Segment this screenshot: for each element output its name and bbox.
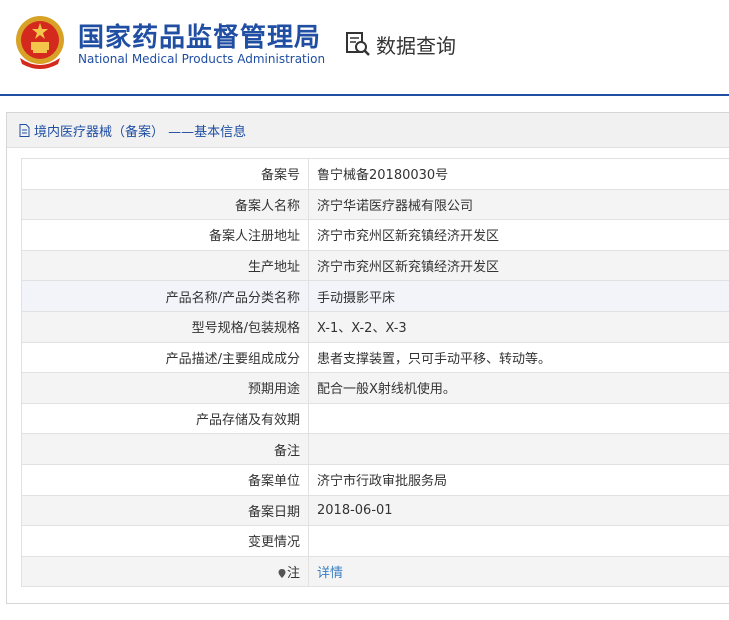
org-name-en: National Medical Products Administration (78, 52, 326, 66)
document-search-icon (346, 32, 370, 56)
table-row: 备案日期 2018-06-01 (21, 494, 729, 527)
data-query-title: 数据查询 (376, 33, 456, 58)
header-divider (0, 94, 729, 96)
row-label: 预期用途 (21, 372, 309, 404)
row-label: 生产地址 (21, 249, 309, 282)
table-row: 注 详情 (21, 555, 729, 588)
row-value (308, 402, 729, 435)
org-name-cn: 国家药品监督管理局 (78, 23, 322, 53)
table-row: 备案人注册地址 济宁市兖州区新兖镇经济开发区 (21, 219, 729, 251)
row-value: X-1、X-2、X-3 (308, 310, 729, 343)
row-label: 备案人注册地址 (21, 219, 309, 251)
row-label: 备注 (21, 433, 309, 465)
row-value: 济宁市兖州区新兖镇经济开发区 (308, 219, 729, 251)
row-label: 备案号 (21, 158, 309, 190)
site-header: 国家药品监督管理局 National Medical Products Admi… (0, 0, 729, 96)
data-query-link[interactable]: 数据查询 (344, 30, 456, 58)
row-value: 济宁华诺医疗器械有限公司 (308, 188, 729, 221)
row-label: 型号规格/包装规格 (21, 310, 309, 343)
table-row: 备注 (21, 433, 729, 465)
table-row: 产品名称/产品分类名称 手动摄影平床 (21, 280, 729, 312)
row-label: 备案单位 (21, 463, 309, 496)
row-label: 注 (286, 566, 300, 582)
table-row: 产品存储及有效期 (21, 402, 729, 435)
row-label: 产品名称/产品分类名称 (21, 280, 309, 312)
table-row: 型号规格/包装规格 X-1、X-2、X-3 (21, 310, 729, 343)
panel-header: 境内医疗器械（备案） ——基本信息 (7, 113, 729, 148)
row-value: 手动摄影平床 (308, 280, 729, 312)
row-label: 备案日期 (21, 494, 309, 527)
row-value: 2018-06-01 (308, 494, 729, 527)
national-emblem-icon (16, 16, 64, 69)
table-row: 产品描述/主要组成成分 患者支撑装置，只可手动平移、转动等。 (21, 341, 729, 374)
table-row: 预期用途 配合一般X射线机使用。 (21, 372, 729, 404)
note-label-cell: 注 (21, 555, 309, 588)
row-label: 备案人名称 (21, 188, 309, 221)
details-link[interactable]: 详情 (317, 566, 343, 581)
row-value: 配合一般X射线机使用。 (308, 372, 729, 404)
row-label: 产品存储及有效期 (21, 402, 309, 435)
row-value (308, 525, 729, 557)
basic-info-panel: 境内医疗器械（备案） ——基本信息 备案号 鲁宁械备20180030号 备案人名… (6, 112, 729, 604)
row-value: 患者支撑装置，只可手动平移、转动等。 (308, 341, 729, 374)
table-row: 变更情况 (21, 525, 729, 557)
row-value (308, 433, 729, 465)
table-row: 备案号 鲁宁械备20180030号 (21, 158, 729, 190)
row-label: 产品描述/主要组成成分 (21, 341, 309, 374)
panel-title: 境内医疗器械（备案） ——基本信息 (34, 124, 247, 140)
table-row: 备案单位 济宁市行政审批服务局 (21, 463, 729, 496)
row-value: 济宁市行政审批服务局 (308, 463, 729, 496)
table-row: 备案人名称 济宁华诺医疗器械有限公司 (21, 188, 729, 221)
document-icon (19, 123, 30, 137)
pin-icon (278, 569, 286, 579)
row-value: 济宁市兖州区新兖镇经济开发区 (308, 249, 729, 282)
row-label: 变更情况 (21, 525, 309, 557)
row-value: 鲁宁械备20180030号 (308, 158, 729, 190)
row-value-cell: 详情 (308, 555, 729, 588)
table-row: 生产地址 济宁市兖州区新兖镇经济开发区 (21, 249, 729, 282)
info-table: 备案号 鲁宁械备20180030号 备案人名称 济宁华诺医疗器械有限公司 备案人… (21, 158, 729, 588)
